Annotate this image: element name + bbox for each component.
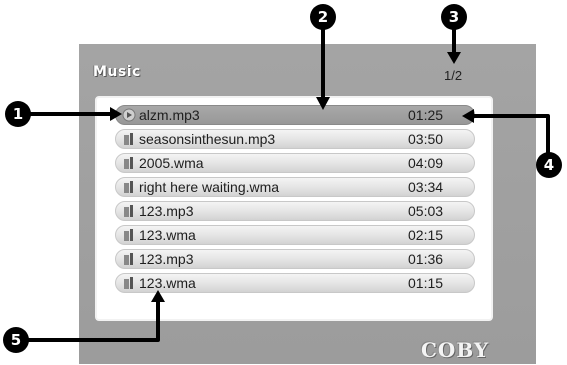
callout-4: 4 bbox=[536, 152, 562, 178]
arrow-4 bbox=[468, 114, 550, 160]
callout-3: 3 bbox=[441, 4, 467, 30]
arrow-5 bbox=[26, 296, 160, 342]
callout-2: 2 bbox=[310, 4, 336, 30]
callout-arrows bbox=[22, 24, 550, 342]
callout-5: 5 bbox=[3, 327, 29, 353]
callout-1: 1 bbox=[5, 101, 31, 127]
